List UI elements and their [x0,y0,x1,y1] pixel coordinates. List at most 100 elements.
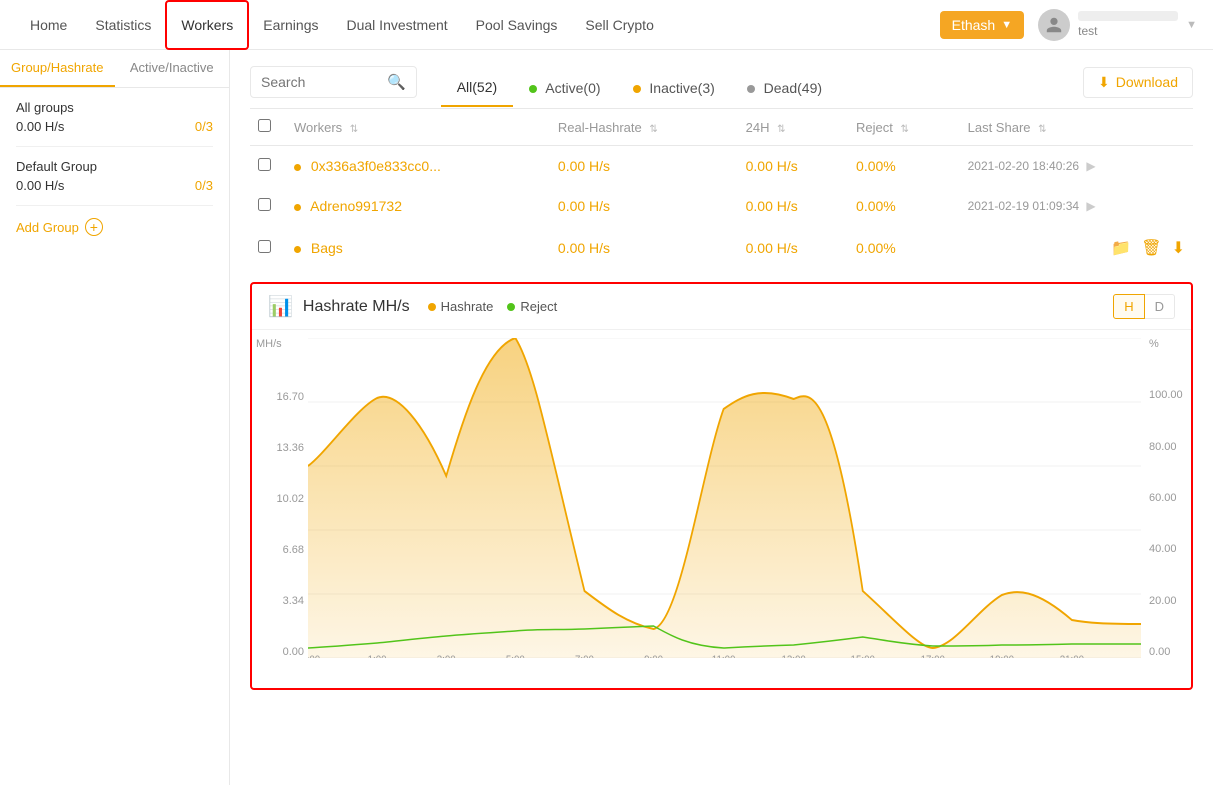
chart-header: 📊 Hashrate MH/s Hashrate Reject H D [252,284,1191,330]
row2-checkbox-cell [250,186,286,226]
tab-dead[interactable]: Dead(49) [731,70,838,106]
row3-folder-icon[interactable]: 📁 [1111,238,1131,258]
chart-area: MH/s 16.70 13.36 10.02 6.68 3.34 0.00 % … [252,330,1191,688]
row1-worker-name[interactable]: 0x336a3f0e833cc0... [311,158,441,174]
svg-text:11:00: 11:00 [712,655,736,658]
nav-home[interactable]: Home [16,0,81,50]
download-button[interactable]: ⬇ Download [1083,67,1193,98]
y-label-1670: 16.70 [256,391,304,403]
th-reject: Reject ⇅ [848,109,960,146]
group-all-groups-ratio: 0/3 [195,119,213,134]
svg-text:23:00: 23:00 [308,655,320,658]
row3-reject: 0.00% [848,226,960,270]
user-name-area: test [1078,11,1178,38]
nav-workers[interactable]: Workers [165,0,249,50]
row2-last-share-value: 2021-02-19 01:09:34 [968,199,1079,213]
row2-last-share: 2021-02-19 01:09:34 ▶ [960,186,1193,226]
th-workers-label: Workers [294,120,342,135]
row1-hashrate: 0.00 H/s [550,146,738,187]
row3-hashrate: 0.00 H/s [550,226,738,270]
search-input[interactable] [261,74,381,90]
svg-text:15:00: 15:00 [851,655,876,658]
add-group-button[interactable]: Add Group + [0,206,229,248]
tab-all[interactable]: All(52) [441,69,513,107]
y-label-1336: 13.36 [256,442,304,454]
row3-worker-cell: Bags [286,226,550,270]
row2-chevron-right-icon[interactable]: ▶ [1086,199,1095,213]
row1-checkbox[interactable] [258,158,271,171]
tab-dead-label: Dead(49) [764,80,822,96]
row3-delete-icon[interactable]: 🗑 [1141,238,1161,258]
th-24h: 24H ⇅ [738,109,848,146]
sidebar-tab-group-hashrate[interactable]: Group/Hashrate [0,50,115,87]
nav-sell-crypto[interactable]: Sell Crypto [571,0,667,50]
h24-sort-icon[interactable]: ⇅ [777,124,785,135]
th-workers: Workers ⇅ [286,109,550,146]
reject-sort-icon[interactable]: ⇅ [901,124,909,135]
search-box[interactable]: 🔍 [250,66,417,98]
inactive-dot [633,85,641,93]
row3-worker-name[interactable]: Bags [311,240,343,256]
svg-text:17:00: 17:00 [921,655,946,658]
th-real-hashrate-label: Real-Hashrate [558,120,642,135]
row1-last-share: 2021-02-20 18:40:26 ▶ [960,146,1193,187]
tab-inactive-label: Inactive(3) [649,80,714,96]
real-hashrate-sort-icon[interactable]: ⇅ [649,124,657,135]
row3-checkbox[interactable] [258,240,271,253]
table-row: Bags 0.00 H/s 0.00 H/s 0.00% 📁 🗑 ⬇ [250,226,1193,270]
sidebar: Group/Hashrate Active/Inactive All group… [0,50,230,785]
tab-active[interactable]: Active(0) [513,70,616,106]
select-all-checkbox[interactable] [258,119,271,132]
user-chevron-icon: ▼ [1186,19,1197,31]
tab-active-label: Active(0) [545,80,600,96]
row2-hashrate: 0.00 H/s [550,186,738,226]
svg-text:21:00: 21:00 [1060,655,1085,658]
row3-dot [294,246,301,253]
svg-text:7:00: 7:00 [575,655,594,658]
th-real-hashrate: Real-Hashrate ⇅ [550,109,738,146]
group-default[interactable]: Default Group 0.00 H/s 0/3 [0,147,229,205]
y-label-right-8000: 80.00 [1149,441,1191,453]
period-d-button[interactable]: D [1145,294,1175,319]
content-area: 🔍 All(52) Active(0) Inactive(3) Dead(49)… [230,50,1213,785]
user-name: test [1078,24,1178,38]
filter-bar: 🔍 All(52) Active(0) Inactive(3) Dead(49)… [250,66,1193,109]
y-label-left-unit: MH/s [256,338,304,350]
row2-checkbox[interactable] [258,198,271,211]
group-all-groups[interactable]: All groups 0.00 H/s 0/3 [0,88,229,146]
period-h-button[interactable]: H [1113,294,1144,319]
nav-earnings[interactable]: Earnings [249,0,332,50]
y-label-right-000: 0.00 [1149,646,1191,658]
legend-reject: Reject [507,299,557,314]
algorithm-selector[interactable]: Ethash ▼ [940,11,1024,39]
workers-sort-icon[interactable]: ⇅ [350,124,358,135]
nav-pool-savings[interactable]: Pool Savings [462,0,572,50]
last-share-sort-icon[interactable]: ⇅ [1038,124,1046,135]
group-all-groups-rate-row: 0.00 H/s 0/3 [16,119,213,134]
y-label-334: 3.34 [256,595,304,607]
hashrate-legend-dot [428,303,436,311]
row1-last-share-value: 2021-02-20 18:40:26 [968,159,1079,173]
tab-inactive[interactable]: Inactive(3) [617,70,731,106]
row2-dot [294,204,301,211]
y-label-right-6000: 60.00 [1149,492,1191,504]
row1-chevron-right-icon[interactable]: ▶ [1086,159,1095,173]
sidebar-tab-active-inactive[interactable]: Active/Inactive [115,50,230,87]
user-area[interactable]: test ▼ [1038,9,1197,41]
row3-h24: 0.00 H/s [738,226,848,270]
group-default-rate-row: 0.00 H/s 0/3 [16,178,213,193]
y-label-right-10000: 100.00 [1149,389,1191,401]
y-label-right-2000: 20.00 [1149,595,1191,607]
th-checkbox [250,109,286,146]
workers-table: Workers ⇅ Real-Hashrate ⇅ 24H ⇅ Reject ⇅ [250,109,1193,270]
nav-dual-investment[interactable]: Dual Investment [333,0,462,50]
row2-worker-name[interactable]: Adreno991732 [310,198,402,214]
row3-download-icon[interactable]: ⬇ [1172,238,1185,258]
row2-reject: 0.00% [848,186,960,226]
nav-statistics[interactable]: Statistics [81,0,165,50]
y-axis-left: MH/s 16.70 13.36 10.02 6.68 3.34 0.00 [256,338,304,658]
active-dot [529,85,537,93]
group-all-groups-name: All groups [16,100,213,115]
chart-legend: Hashrate Reject [428,299,558,314]
search-icon: 🔍 [387,73,406,91]
